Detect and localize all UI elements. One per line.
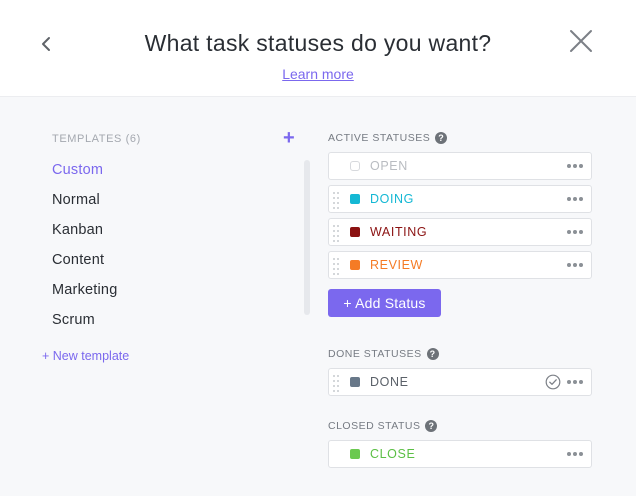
status-color-swatch[interactable]	[350, 260, 360, 270]
templates-heading: TEMPLATES (6)	[52, 133, 141, 145]
template-list: Custom Normal Kanban Content Marketing S…	[52, 160, 117, 340]
more-options-icon[interactable]	[567, 375, 585, 389]
done-statuses-heading: DONE STATUSES ?	[328, 348, 439, 360]
status-row-done[interactable]: DONE	[328, 368, 592, 396]
status-name[interactable]: OPEN	[370, 159, 408, 173]
template-item-kanban[interactable]: Kanban	[52, 220, 117, 250]
status-color-swatch[interactable]	[350, 227, 360, 237]
status-row-close[interactable]: CLOSE	[328, 440, 592, 468]
status-row-waiting[interactable]: WAITING	[328, 218, 592, 246]
status-name[interactable]: DOING	[370, 192, 414, 206]
status-row-doing[interactable]: DOING	[328, 185, 592, 213]
status-color-swatch[interactable]	[350, 449, 360, 459]
more-options-icon[interactable]	[567, 159, 585, 173]
status-name[interactable]: DONE	[370, 375, 409, 389]
more-options-icon[interactable]	[567, 225, 585, 239]
drag-handle-icon[interactable]	[333, 375, 340, 392]
drag-handle-icon[interactable]	[333, 258, 340, 275]
modal-header: What task statuses do you want? Learn mo…	[0, 0, 636, 97]
check-circle-icon[interactable]	[545, 374, 561, 390]
add-status-button[interactable]: + Add Status	[328, 289, 441, 317]
closed-status-heading: CLOSED STATUS ?	[328, 420, 438, 432]
status-name[interactable]: REVIEW	[370, 258, 423, 272]
status-name[interactable]: CLOSE	[370, 447, 415, 461]
more-options-icon[interactable]	[567, 192, 585, 206]
more-options-icon[interactable]	[567, 258, 585, 272]
new-template-link[interactable]: + New template	[42, 349, 129, 363]
template-item-scrum[interactable]: Scrum	[52, 310, 117, 340]
help-icon[interactable]: ?	[435, 132, 448, 144]
learn-more-link[interactable]: Learn more	[282, 66, 354, 82]
more-options-icon[interactable]	[567, 447, 585, 461]
template-item-normal[interactable]: Normal	[52, 190, 117, 220]
active-statuses-heading: ACTIVE STATUSES ?	[328, 132, 448, 144]
template-item-marketing[interactable]: Marketing	[52, 280, 117, 310]
template-list-scrollbar[interactable]	[304, 160, 310, 315]
help-icon[interactable]: ?	[426, 348, 439, 360]
template-item-custom[interactable]: Custom	[52, 160, 117, 190]
status-color-swatch[interactable]	[350, 377, 360, 387]
drag-handle-icon[interactable]	[333, 225, 340, 242]
add-template-plus-icon[interactable]: +	[283, 128, 295, 148]
status-color-swatch[interactable]	[350, 161, 360, 171]
page-title: What task statuses do you want?	[144, 30, 492, 56]
status-row-review[interactable]: REVIEW	[328, 251, 592, 279]
help-icon[interactable]: ?	[425, 420, 438, 432]
template-item-content[interactable]: Content	[52, 250, 117, 280]
status-color-swatch[interactable]	[350, 194, 360, 204]
close-button[interactable]	[568, 28, 594, 54]
status-name[interactable]: WAITING	[370, 225, 427, 239]
status-row-open[interactable]: OPEN	[328, 152, 592, 180]
drag-handle-icon[interactable]	[333, 192, 340, 209]
close-icon	[570, 30, 592, 52]
